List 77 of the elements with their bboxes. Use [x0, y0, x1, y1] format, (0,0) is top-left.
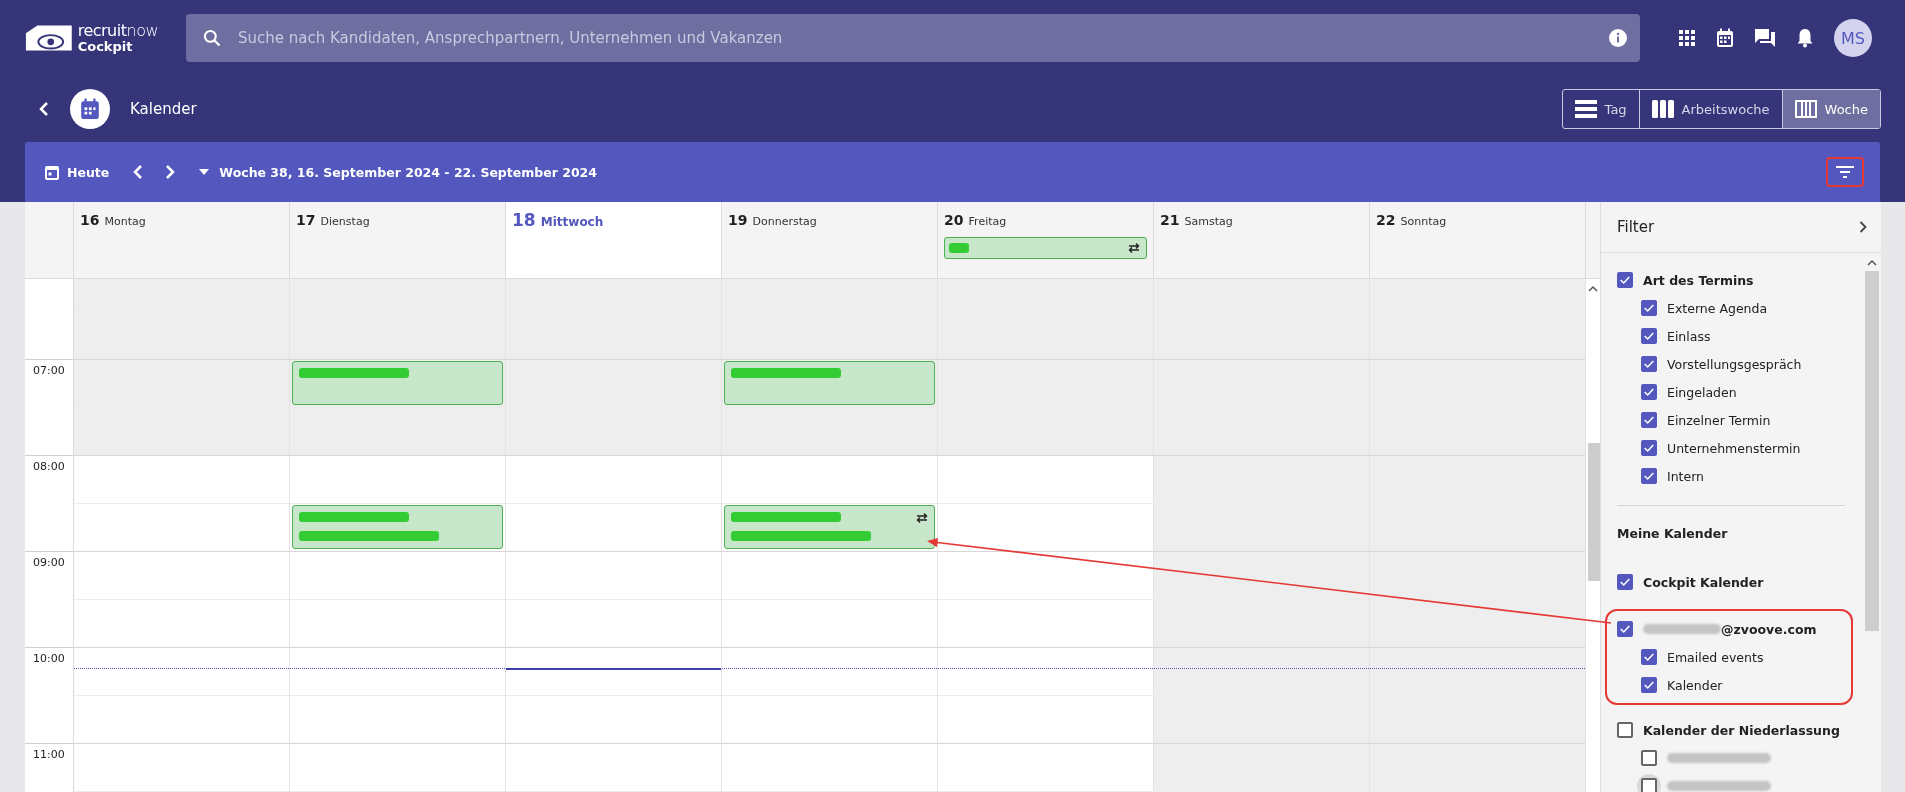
- caret-icon: [199, 169, 210, 175]
- checkbox[interactable]: [1617, 574, 1633, 590]
- info-icon[interactable]: [1608, 28, 1628, 48]
- day-header[interactable]: 22 Sonntag: [1370, 202, 1586, 278]
- brand-name: recruitnow: [77, 22, 158, 40]
- product-name: Cockpit: [77, 39, 134, 54]
- calendar-icon: [80, 98, 100, 120]
- checkbox[interactable]: [1617, 621, 1633, 637]
- checkbox[interactable]: [1641, 412, 1657, 428]
- time-label: 08:00: [33, 460, 65, 473]
- previous-chevron-icon[interactable]: [133, 165, 144, 179]
- next-chevron-icon[interactable]: [165, 165, 176, 179]
- checkbox-label: Eingeladen: [1667, 384, 1737, 400]
- scrollbar-thumb[interactable]: [1865, 271, 1879, 631]
- checkbox[interactable]: [1617, 722, 1633, 738]
- day-header[interactable]: 18 Mittwoch: [506, 202, 722, 278]
- repeat-icon: [916, 512, 928, 524]
- calendar-day-icon: [45, 164, 59, 180]
- checkbox-label: Einlass: [1667, 328, 1711, 344]
- checkbox[interactable]: [1641, 778, 1657, 792]
- checkbox-label: Kalender der Niederlassung: [1643, 722, 1840, 738]
- checkbox-label: @zvoove.com: [1721, 621, 1817, 637]
- time-label: 11:00: [33, 748, 65, 761]
- checkbox-label: Art des Termins: [1643, 272, 1754, 288]
- checkbox[interactable]: [1641, 677, 1657, 693]
- checkbox[interactable]: [1641, 750, 1657, 766]
- checkbox-label: Kalender: [1667, 677, 1723, 693]
- day-header[interactable]: 20 Freitag: [938, 202, 1154, 278]
- filter-icon: [1836, 166, 1854, 178]
- chat-icon[interactable]: [1754, 28, 1776, 48]
- checkbox[interactable]: [1641, 468, 1657, 484]
- day-header[interactable]: 19 Donnerstag: [722, 202, 938, 278]
- page-title: Kalender: [130, 100, 197, 118]
- checkbox[interactable]: [1617, 272, 1633, 288]
- section-heading: Meine Kalender: [1616, 525, 1729, 543]
- checkbox[interactable]: [1641, 440, 1657, 456]
- scrollbar-thumb[interactable]: [1588, 443, 1600, 581]
- checkbox-label: Unternehmenstermin: [1667, 440, 1801, 456]
- week-range-dropdown[interactable]: Woche 38, 16. September 2024 - 22. September 2024: [197, 162, 600, 182]
- logo-icon: [24, 23, 74, 53]
- checkbox-label: Emailed events: [1667, 649, 1764, 665]
- checkbox[interactable]: [1641, 328, 1657, 344]
- apps-grid-icon[interactable]: [1678, 29, 1696, 47]
- scroll-up-icon[interactable]: [1588, 285, 1598, 292]
- checkbox[interactable]: [1641, 356, 1657, 372]
- checkbox-label: Intern: [1667, 468, 1705, 484]
- back-chevron-icon[interactable]: [38, 102, 50, 116]
- filter-button[interactable]: [1826, 157, 1864, 187]
- checkbox-label: Vorstellungsgespräch: [1667, 356, 1802, 372]
- calendar-icon[interactable]: [1716, 28, 1734, 48]
- today-button[interactable]: Heute: [43, 162, 112, 182]
- columns-icon: [1651, 100, 1674, 118]
- day-header[interactable]: 16 Montag: [74, 202, 290, 278]
- search-icon: [202, 28, 222, 48]
- view-tab[interactable]: Arbeitswoche: [1638, 90, 1782, 128]
- week-columns-icon: [1794, 100, 1817, 118]
- time-label: 09:00: [33, 556, 65, 569]
- view-tab[interactable]: Woche: [1781, 90, 1880, 128]
- checkbox-label: Einzelner Termin: [1667, 412, 1771, 428]
- collapse-chevron-icon[interactable]: [1859, 221, 1867, 233]
- bell-icon[interactable]: [1796, 28, 1814, 48]
- checkbox[interactable]: [1641, 300, 1657, 316]
- time-label: 07:00: [33, 364, 65, 377]
- search-field[interactable]: Suche nach Kandidaten, Ansprechpartnern, Unternehmen und Vakanzen: [186, 14, 1640, 62]
- view-tab[interactable]: Tag: [1562, 90, 1639, 128]
- checkbox[interactable]: [1641, 384, 1657, 400]
- checkbox-label: Cockpit Kalender: [1643, 574, 1764, 590]
- checkbox-label: Externe Agenda: [1667, 300, 1768, 316]
- time-label: 10:00: [33, 652, 65, 665]
- redacted-title: [949, 243, 969, 253]
- scroll-up-icon[interactable]: [1867, 259, 1877, 266]
- checkbox[interactable]: [1641, 649, 1657, 665]
- day-header[interactable]: 21 Samstag: [1154, 202, 1370, 278]
- rows-icon: [1574, 100, 1597, 118]
- user-avatar[interactable]: MS: [1834, 19, 1872, 57]
- filter-title: Filter: [1617, 218, 1655, 236]
- repeat-icon: [1128, 242, 1140, 254]
